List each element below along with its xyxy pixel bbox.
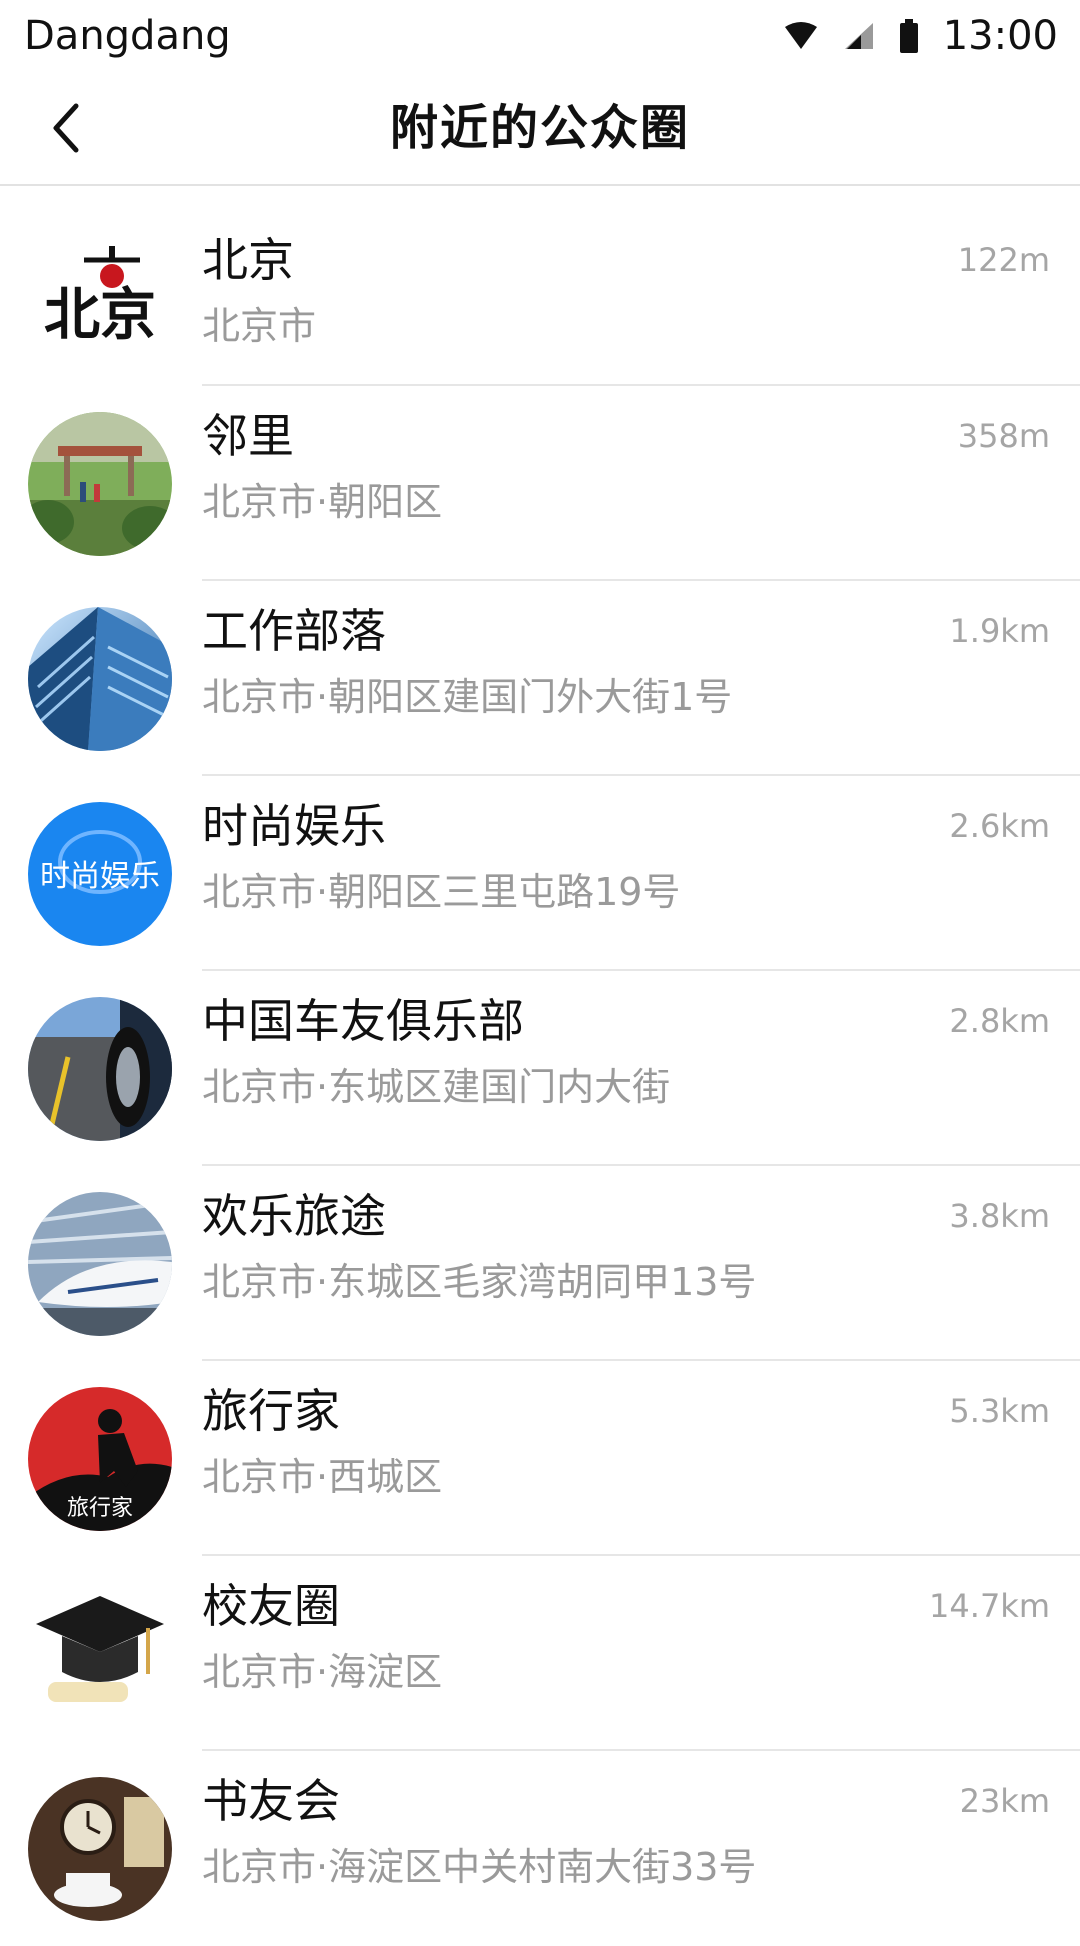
traveler-avatar: 旅行家 [28, 1386, 172, 1531]
circle-distance: 14.7km [929, 1586, 1050, 1625]
cellular-signal-icon [843, 21, 875, 51]
list-item[interactable]: 时尚娱乐 时尚娱乐 北京市·朝阳区三里屯路19号 2.6km [0, 776, 1080, 971]
circle-name: 欢乐旅途 [202, 1188, 386, 1243]
circle-address: 北京市·朝阳区 [202, 479, 443, 524]
status-time: 13:00 [942, 13, 1058, 59]
circle-name: 邻里 [202, 408, 294, 463]
circle-name: 校友圈 [202, 1578, 340, 1633]
fashion-logo-text: 时尚娱乐 [40, 859, 160, 894]
traveler-logo-text: 旅行家 [67, 1496, 133, 1521]
circle-name: 旅行家 [202, 1383, 340, 1438]
graduation-cap-avatar [28, 1581, 172, 1726]
chevron-left-icon [53, 103, 79, 153]
page-title: 附近的公众圈 [389, 100, 690, 156]
circle-name: 工作部落 [202, 603, 386, 658]
wifi-icon [783, 21, 819, 51]
beijing-logo-text: 北京 [44, 282, 156, 348]
list-item[interactable]: 工作部落 北京市·朝阳区建国门外大街1号 1.9km [0, 581, 1080, 776]
circle-address: 北京市·东城区毛家湾胡同甲13号 [202, 1259, 757, 1304]
circle-name: 时尚娱乐 [202, 798, 386, 853]
carrier-name: Dangdang [24, 13, 231, 59]
circle-distance: 2.8km [949, 1001, 1050, 1040]
list-item[interactable]: 校友圈 北京市·海淀区 14.7km [0, 1556, 1080, 1751]
list-item[interactable]: 旅行家 旅行家 北京市·西城区 5.3km [0, 1361, 1080, 1556]
circle-name: 中国车友俱乐部 [202, 993, 524, 1048]
circle-address: 北京市 [202, 304, 317, 348]
list-item[interactable]: 北京 北京 北京市 122m [0, 210, 1080, 386]
car-wheel-avatar [28, 996, 172, 1141]
beijing-logo-avatar: 北京 [28, 226, 172, 370]
circle-distance: 2.6km [949, 806, 1050, 845]
list-item[interactable]: 欢乐旅途 北京市·东城区毛家湾胡同甲13号 3.8km [0, 1166, 1080, 1361]
circle-address: 北京市·海淀区中关村南大街33号 [202, 1844, 757, 1889]
nearby-circle-list: 北京 北京 北京市 122m 邻里 北京市·朝阳区 358m 工作部落 北京市·… [0, 186, 1080, 1946]
circle-distance: 23km [959, 1781, 1050, 1820]
circle-address: 北京市·朝阳区三里屯路19号 [202, 869, 681, 914]
high-speed-train-avatar [28, 1191, 172, 1336]
navigation-header: 附近的公众圈 [0, 72, 1080, 186]
circle-address: 北京市·海淀区 [202, 1649, 443, 1694]
list-item[interactable]: 中国车友俱乐部 北京市·东城区建国门内大街 2.8km [0, 971, 1080, 1166]
status-bar: Dangdang 13:00 [0, 0, 1080, 72]
back-button[interactable] [30, 92, 102, 164]
circle-address: 北京市·朝阳区建国门外大街1号 [202, 674, 733, 719]
circle-address: 北京市·西城区 [202, 1454, 443, 1499]
battery-icon [899, 19, 919, 53]
list-item[interactable]: 书友会 北京市·海淀区中关村南大街33号 23km [0, 1751, 1080, 1946]
park-pavilion-avatar [28, 411, 172, 556]
circle-name: 书友会 [202, 1773, 340, 1828]
books-clock-avatar [28, 1776, 172, 1921]
circle-distance: 1.9km [949, 611, 1050, 650]
circle-distance: 5.3km [949, 1391, 1050, 1430]
office-building-avatar [28, 606, 172, 751]
list-item[interactable]: 邻里 北京市·朝阳区 358m [0, 386, 1080, 581]
circle-distance: 122m [957, 241, 1050, 279]
circle-address: 北京市·东城区建国门内大街 [202, 1064, 671, 1109]
circle-distance: 3.8km [949, 1196, 1050, 1235]
fashion-entertainment-avatar: 时尚娱乐 [28, 801, 172, 946]
circle-name: 北京 [202, 233, 294, 287]
status-icons: 13:00 [783, 10, 1058, 62]
circle-distance: 358m [957, 416, 1050, 455]
